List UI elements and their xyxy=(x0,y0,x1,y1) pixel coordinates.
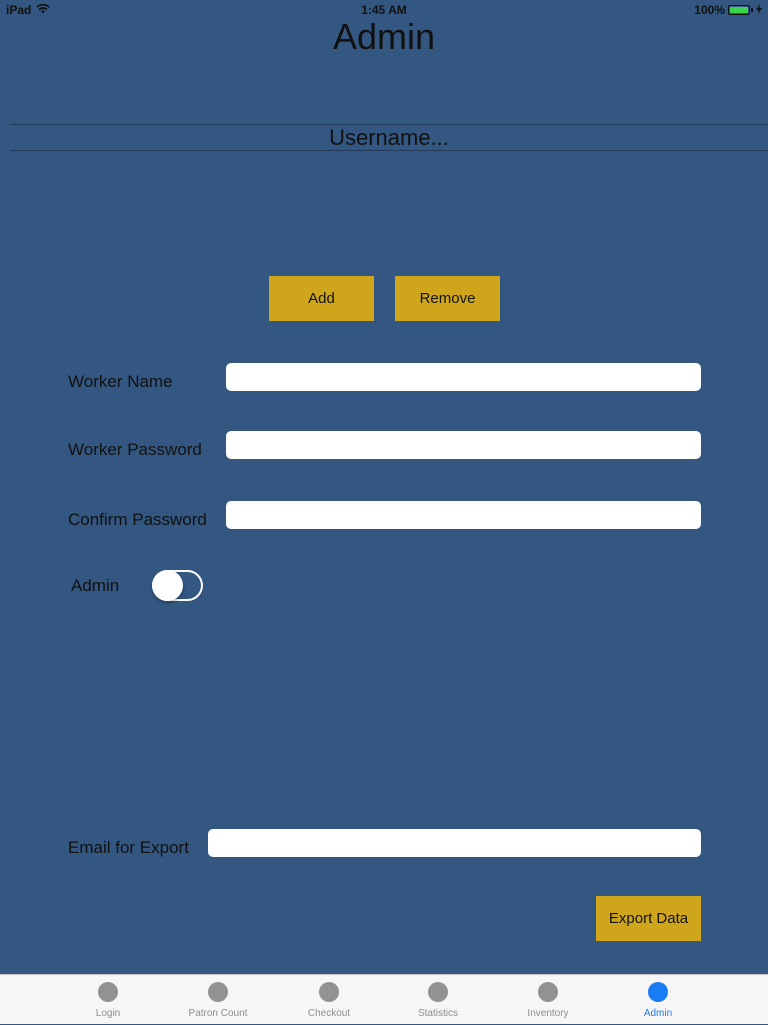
tab-login[interactable]: Login xyxy=(53,975,163,1025)
charging-bolt-icon xyxy=(756,3,762,17)
admin-label: Admin xyxy=(71,576,120,595)
add-button[interactable]: Add xyxy=(269,276,374,321)
worker-name-field[interactable] xyxy=(226,363,701,391)
remove-button[interactable]: Remove xyxy=(395,276,500,321)
battery-icon xyxy=(728,5,750,15)
confirm-password-label: Confirm Password xyxy=(68,510,207,529)
email-field[interactable] xyxy=(208,829,701,857)
battery-tip xyxy=(751,8,753,12)
tab-admin[interactable]: Admin xyxy=(603,975,713,1025)
circle-icon xyxy=(428,982,448,1002)
circle-icon xyxy=(538,982,558,1002)
admin-toggle[interactable] xyxy=(152,570,203,601)
tab-label: Inventory xyxy=(527,1008,569,1019)
worker-password-field[interactable] xyxy=(226,431,701,459)
tab-label: Admin xyxy=(643,1008,673,1019)
tab-label: Patron Count xyxy=(188,1008,248,1019)
battery-percent: 100% xyxy=(694,3,725,17)
export-data-button[interactable]: Export Data xyxy=(596,896,701,941)
circle-icon xyxy=(648,982,668,1002)
circle-icon xyxy=(319,982,339,1002)
circle-icon xyxy=(98,982,118,1002)
tab-bar: Login Patron Count Checkout Statistics I… xyxy=(0,974,768,1024)
toggle-knob xyxy=(152,570,183,601)
status-time: 1:45 AM xyxy=(361,3,407,17)
status-right: 100% xyxy=(694,3,762,17)
tab-patron-count[interactable]: Patron Count xyxy=(163,975,273,1025)
tab-label: Checkout xyxy=(307,1008,351,1019)
email-label: Email for Export xyxy=(68,838,189,857)
page-title: Admin xyxy=(332,16,436,57)
tab-label: Statistics xyxy=(417,1008,458,1019)
tab-label: Login xyxy=(95,1008,121,1019)
tab-inventory[interactable]: Inventory xyxy=(493,975,603,1025)
tab-statistics[interactable]: Statistics xyxy=(383,975,493,1025)
tab-checkout[interactable]: Checkout xyxy=(274,975,384,1025)
worker-name-label: Worker Name xyxy=(68,372,173,391)
confirm-password-field[interactable] xyxy=(226,501,701,529)
worker-password-label: Worker Password xyxy=(68,440,202,459)
circle-icon xyxy=(208,982,228,1002)
username-input[interactable]: Username... xyxy=(10,124,768,151)
